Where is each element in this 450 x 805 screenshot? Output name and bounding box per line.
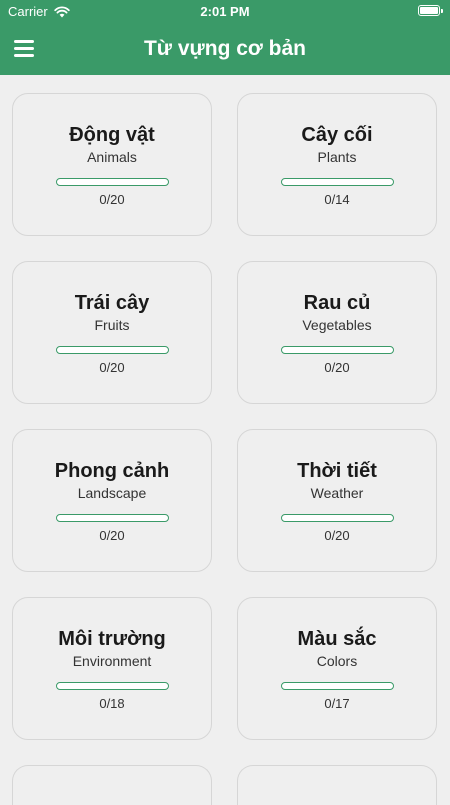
topic-english: Fruits: [94, 317, 130, 333]
topic-name: Rau củ: [303, 292, 371, 314]
progress-count: 0/20: [324, 360, 350, 375]
topic-name: Môi trường: [58, 628, 166, 650]
topic-card[interactable]: Động vật Animals 0/20: [12, 93, 212, 236]
progress-count: 0/14: [324, 192, 350, 207]
battery-icon: [418, 5, 443, 16]
topic-card[interactable]: Trái cây Fruits 0/20: [12, 261, 212, 404]
topic-english: Landscape: [77, 485, 147, 501]
progress-count: 0/18: [99, 696, 125, 711]
progress-bar: [56, 514, 169, 522]
topic-card[interactable]: Rau củ Vegetables 0/20: [237, 261, 437, 404]
topic-name: Màu sắc: [297, 628, 377, 650]
topic-name: Cây cối: [301, 124, 373, 146]
topic-english: Colors: [316, 653, 358, 669]
topic-english: Plants: [317, 149, 357, 165]
topic-card[interactable]: Môi trường Environment 0/18: [12, 597, 212, 740]
progress-bar: [281, 346, 394, 354]
topic-card[interactable]: Cây cối Plants 0/14: [237, 93, 437, 236]
topic-card-partial[interactable]: [237, 765, 437, 805]
progress-count: 0/20: [99, 528, 125, 543]
progress-bar: [56, 682, 169, 690]
page-title: Từ vựng cơ bản: [143, 37, 307, 60]
topic-name: Động vật: [69, 124, 155, 146]
progress-bar: [56, 346, 169, 354]
progress-bar: [281, 178, 394, 186]
topic-name: Phong cảnh: [54, 460, 170, 482]
topic-card[interactable]: Màu sắc Colors 0/17: [237, 597, 437, 740]
progress-count: 0/20: [324, 528, 350, 543]
progress-count: 0/17: [324, 696, 350, 711]
topic-english: Environment: [72, 653, 152, 669]
topic-english: Vegetables: [302, 317, 372, 333]
topic-name: Trái cây: [74, 292, 150, 314]
status-bar: Carrier 2:01 PM: [0, 0, 450, 24]
progress-bar: [56, 178, 169, 186]
progress-count: 0/20: [99, 360, 125, 375]
topic-english: Weather: [310, 485, 364, 501]
progress-bar: [281, 682, 394, 690]
topic-card[interactable]: Phong cảnh Landscape 0/20: [12, 429, 212, 572]
topic-card[interactable]: Thời tiết Weather 0/20: [237, 429, 437, 572]
topic-card-partial[interactable]: [12, 765, 212, 805]
topic-english: Animals: [87, 149, 137, 165]
topic-name: Thời tiết: [297, 460, 377, 482]
status-time: 2:01 PM: [200, 4, 250, 19]
nav-bar: Từ vựng cơ bản: [0, 24, 450, 75]
progress-count: 0/20: [99, 192, 125, 207]
progress-bar: [281, 514, 394, 522]
